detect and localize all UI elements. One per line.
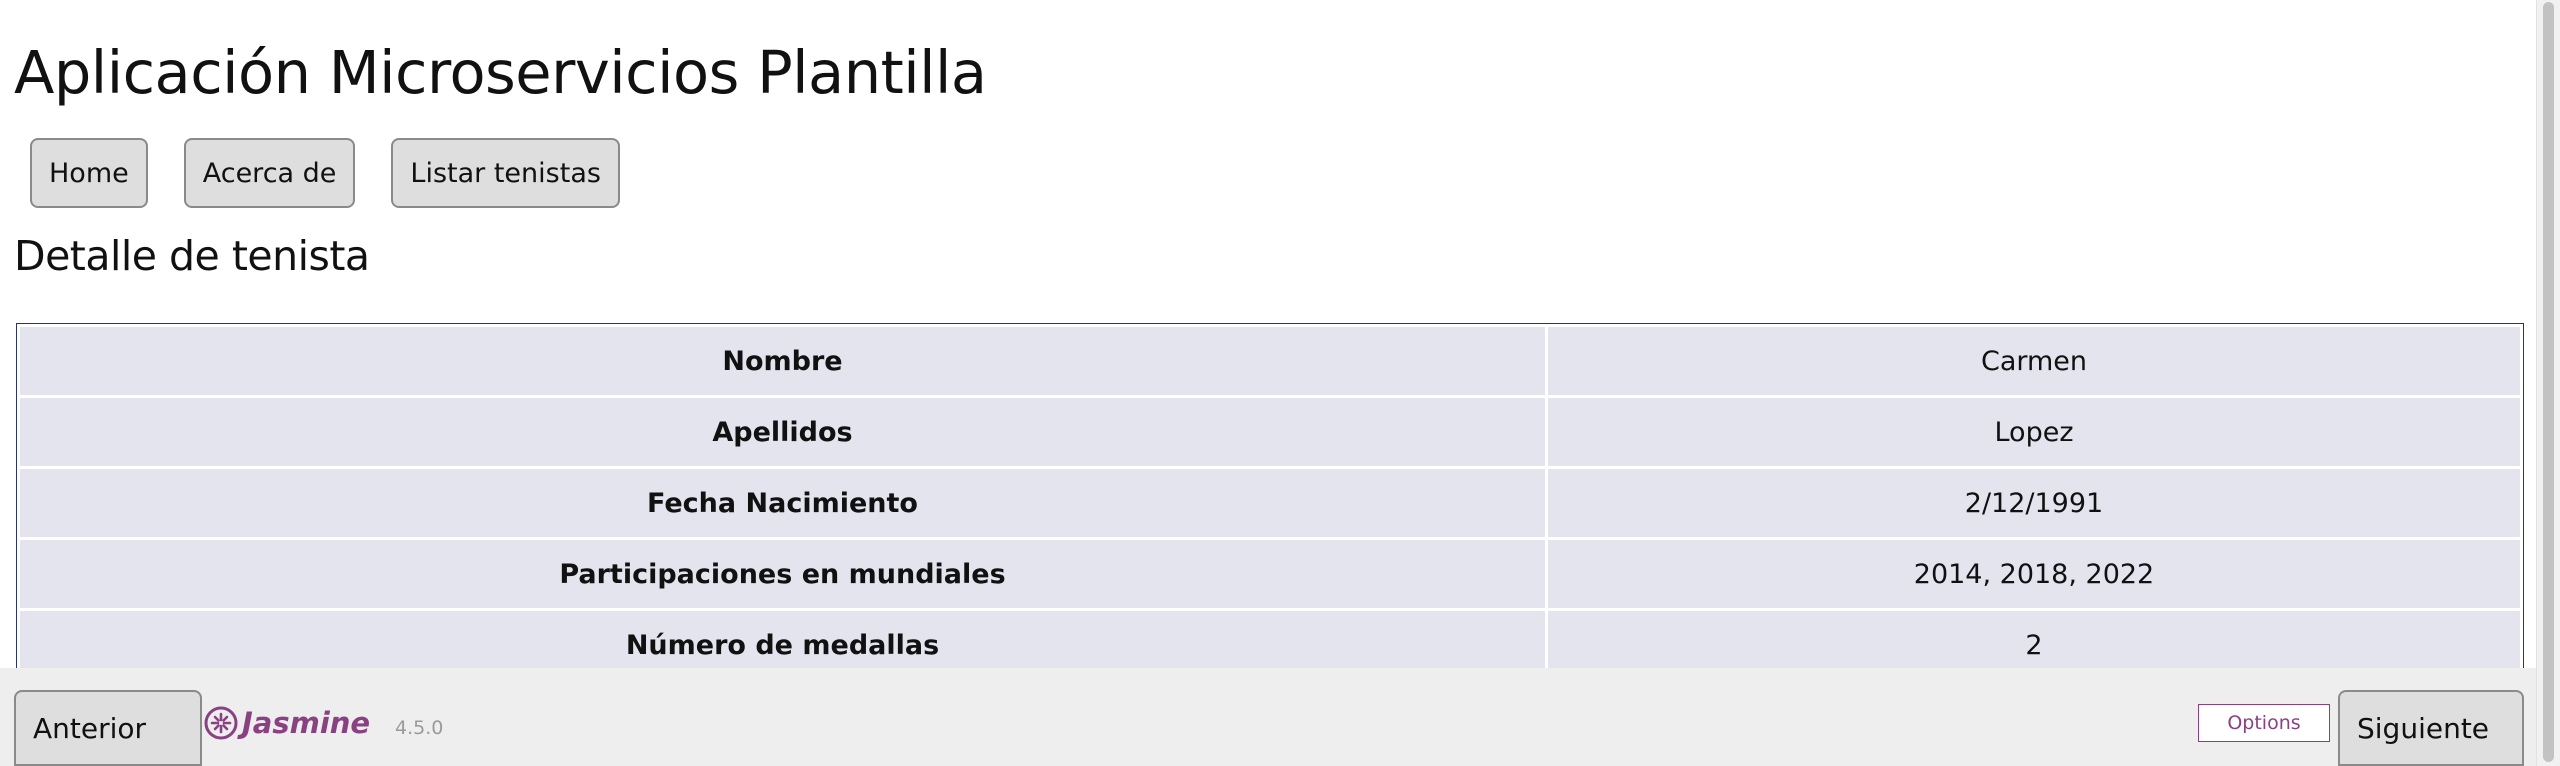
jasmine-logo: Jasmine [204, 706, 370, 740]
row-label: Fecha Nacimiento [20, 469, 1545, 537]
page: Aplicación Microservicios Plantilla Home… [0, 0, 2536, 766]
jasmine-footer-bar: Anterior Jasmine 4.5.0 Options Siguiente [0, 668, 2536, 766]
main-nav: Home Acerca de Listar tenistas [30, 138, 620, 208]
nav-home-button[interactable]: Home [30, 138, 148, 208]
row-value: Carmen [1548, 327, 2520, 395]
table-row: Participaciones en mundiales 2014, 2018,… [20, 540, 2520, 608]
row-label: Nombre [20, 327, 1545, 395]
player-detail-table: Nombre Carmen Apellidos Lopez Fecha Naci… [16, 323, 2524, 683]
options-button[interactable]: Options [2198, 704, 2330, 742]
vertical-scrollbar[interactable] [2536, 0, 2560, 766]
table-row: Fecha Nacimiento 2/12/1991 [20, 469, 2520, 537]
scrollbar-thumb[interactable] [2543, 2, 2554, 762]
row-label: Apellidos [20, 398, 1545, 466]
nav-about-button[interactable]: Acerca de [183, 138, 356, 208]
row-value: 2/12/1991 [1548, 469, 2520, 537]
previous-button[interactable]: Anterior [14, 690, 202, 766]
nav-list-players-button[interactable]: Listar tenistas [391, 138, 620, 208]
jasmine-brand-text: Jasmine [242, 706, 371, 740]
table-row: Nombre Carmen [20, 327, 2520, 395]
section-title: Detalle de tenista [14, 232, 370, 280]
app-title: Aplicación Microservicios Plantilla [14, 38, 987, 107]
jasmine-version: 4.5.0 [395, 717, 444, 739]
jasmine-flower-icon [204, 706, 238, 740]
row-value: 2014, 2018, 2022 [1548, 540, 2520, 608]
row-value: Lopez [1548, 398, 2520, 466]
row-label: Participaciones en mundiales [20, 540, 1545, 608]
table-row: Apellidos Lopez [20, 398, 2520, 466]
next-button[interactable]: Siguiente [2338, 690, 2524, 766]
